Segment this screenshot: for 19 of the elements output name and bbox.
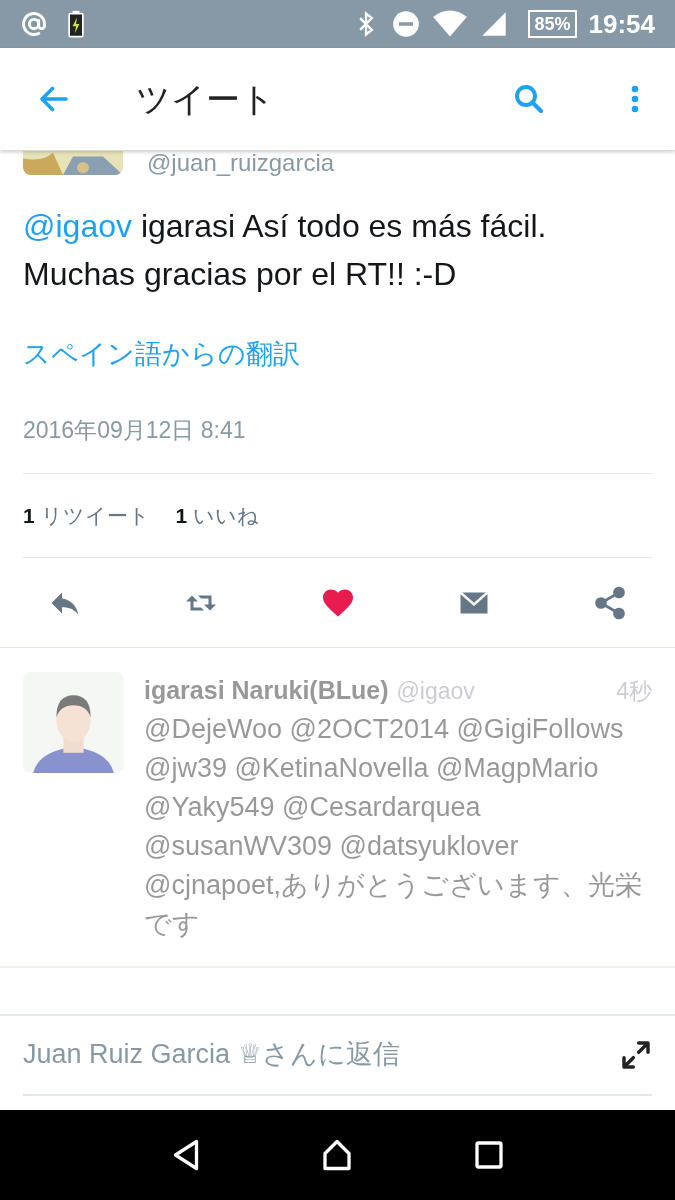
tweet-stat[interactable]: 1 リツイート [23, 499, 150, 532]
app-bar-title: ツイート [136, 78, 275, 120]
share-icon[interactable] [592, 584, 628, 621]
tweet-date: 2016年09月12日 8:41 [23, 415, 247, 445]
do-not-disturb-icon [392, 10, 421, 38]
reply-author-name: igarasi Naruki(BLue) [144, 675, 389, 706]
reply-field[interactable]: Juan Ruiz Garcia ♕さんに返信 [23, 1034, 620, 1075]
user-handle: @juan_ruizgarcia [147, 150, 335, 176]
clock: 19:54 [588, 7, 655, 41]
expand-icon[interactable] [620, 1038, 652, 1071]
reply-text: @DejeWoo @2OCT2014 @GigiFollows @jw39 @KetinaNovella @MagpMario @Yaky549 @Cesardarquea @susanWV309 @datsyuklover @cjnapoet,ありがとうございます、光栄です [144, 712, 643, 941]
tweet-text: @igaov igarasi Así todo es más fácil. Muchas gracias por el RT!! :-D [23, 207, 548, 294]
battery-charging-icon [68, 10, 84, 38]
at-sign-icon [20, 10, 48, 38]
battery-indicator: 85% [528, 10, 577, 38]
tweet-stat[interactable]: 1 いいね [175, 499, 260, 532]
wifi-icon [432, 10, 469, 38]
more-options-icon[interactable] [631, 83, 639, 115]
signal-icon [480, 10, 509, 38]
